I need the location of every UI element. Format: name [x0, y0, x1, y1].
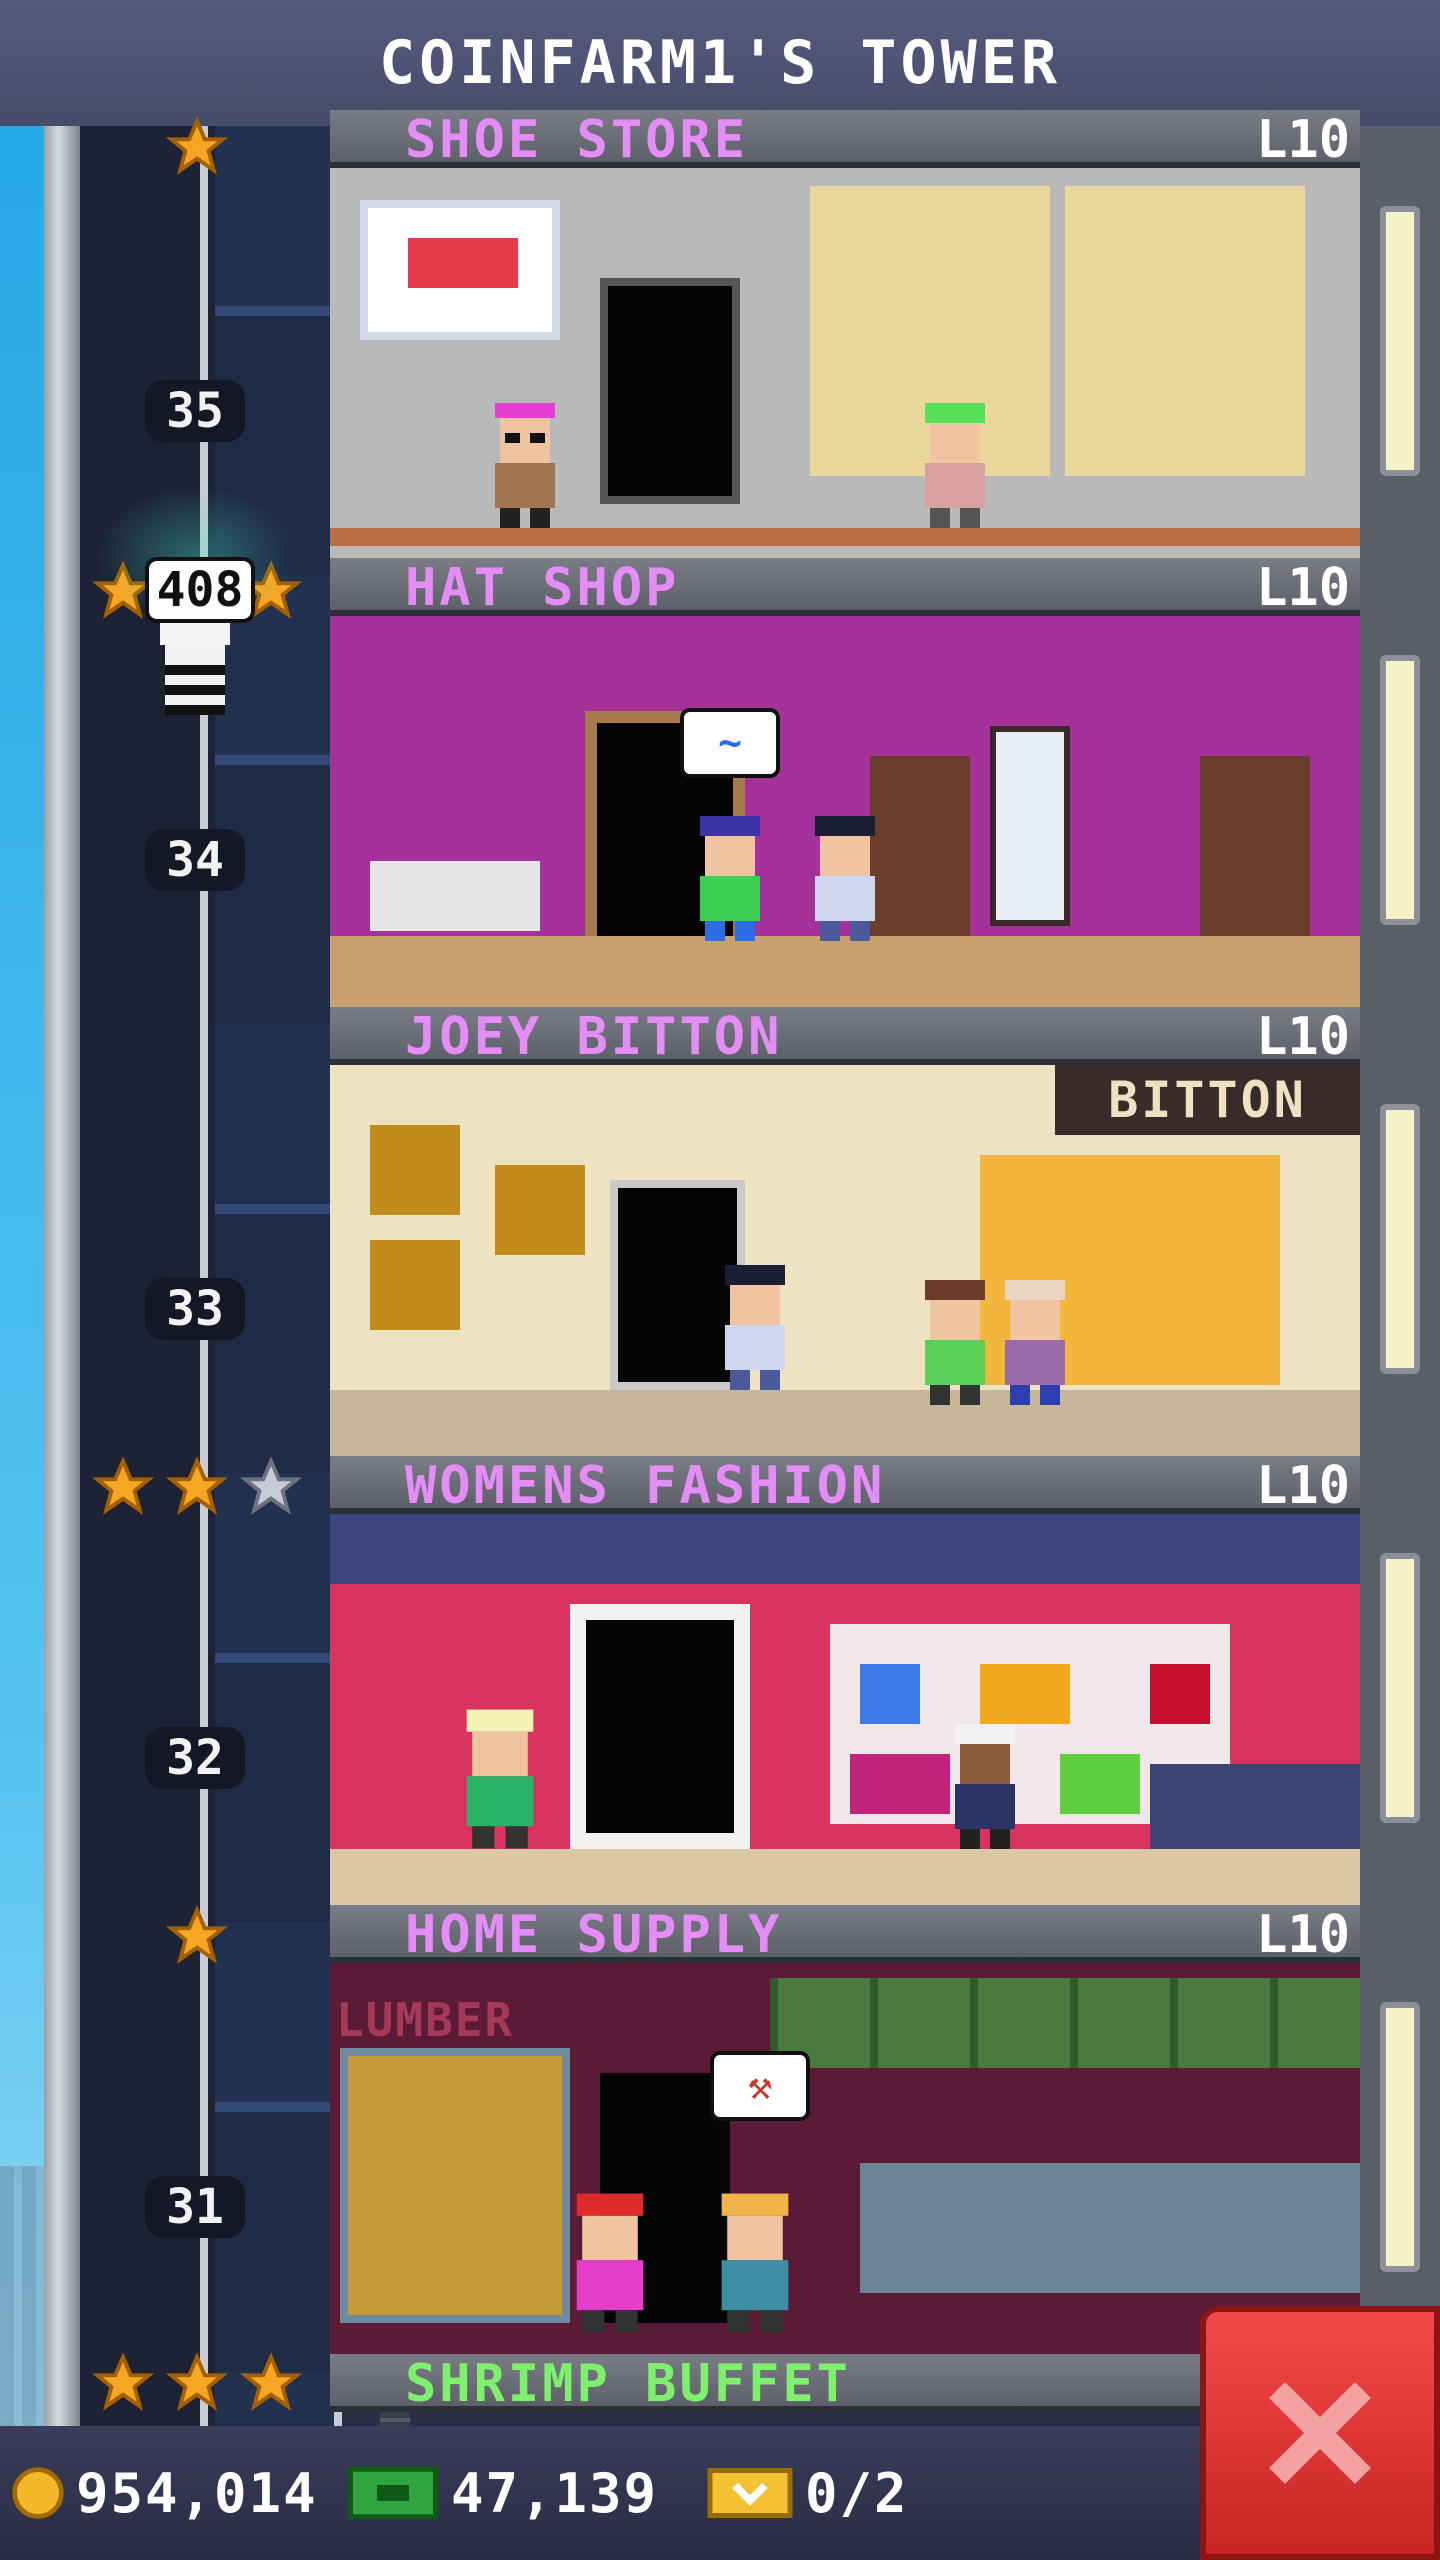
bux-stat: 47,139: [345, 2426, 658, 2560]
tool-counter: [860, 2163, 1360, 2293]
lumber-sign: LUMBER: [336, 1993, 515, 2047]
close-icon: [1269, 2382, 1371, 2484]
floor-hat-shop[interactable]: HAT SHOP L10 ~: [330, 558, 1360, 1007]
hat-cabinet: [1200, 756, 1310, 936]
display-table: [370, 861, 540, 931]
gold-star-icon: [166, 1456, 228, 1518]
shop-door: [570, 1604, 750, 1849]
floor-level: L10: [1256, 1456, 1350, 1516]
customer-person: [925, 1280, 985, 1405]
floor-number-31: 31: [145, 2176, 245, 2238]
womens-fashion-room: [330, 1514, 1360, 1905]
floor-level: L10: [1256, 558, 1350, 618]
elevator-car[interactable]: 408: [100, 555, 300, 625]
floor-joey-bitton[interactable]: JOEY BITTON L10 BITTON: [330, 1007, 1360, 1456]
checkout-counter: [1150, 1764, 1360, 1849]
security-guard: [725, 1265, 785, 1390]
floor-level: L10: [1256, 110, 1350, 170]
gold-star-icon: [166, 1905, 228, 1967]
customer-person: [700, 816, 760, 941]
drill-icon: ⚒: [747, 2063, 773, 2109]
shoe-shelf-right: [1065, 186, 1305, 476]
silver-star-icon: [240, 1456, 302, 1518]
elevator-passenger-count: 408: [144, 557, 256, 623]
joey-bitton-room: BITTON: [330, 1065, 1360, 1456]
elevator-rail-left: [200, 126, 208, 2426]
customer-person: [576, 2193, 644, 2333]
ticket-icon: [707, 2468, 793, 2518]
close-button[interactable]: [1200, 2306, 1440, 2560]
floor-name: WOMENS FASHION: [405, 1456, 886, 1516]
window: [1380, 655, 1420, 925]
wall-frame: [370, 1125, 460, 1215]
floor-name: HOME SUPPLY: [405, 1905, 783, 1965]
hat-shop-room: ~: [330, 616, 1360, 1007]
floor-header: WOMENS FASHION L10: [330, 1456, 1360, 1514]
customer-person: [721, 2193, 789, 2333]
bux-icon: [347, 2466, 439, 2520]
gold-star-icon: [166, 2352, 228, 2414]
tower-outer-wall: [44, 126, 80, 2426]
window: [1380, 1104, 1420, 1374]
bux-value: 47,139: [451, 2461, 659, 2525]
home-supply-room: LUMBER ⚒: [330, 1963, 1360, 2354]
security-guard: [815, 816, 875, 941]
customer-person: [495, 403, 555, 528]
floor-name: SHOE STORE: [405, 110, 749, 170]
floor-header: JOEY BITTON L10: [330, 1007, 1360, 1065]
tower-right-wall: [1360, 126, 1440, 2426]
floor-womens-fashion[interactable]: WOMENS FASHION L10: [330, 1456, 1360, 1905]
window: [1380, 2002, 1420, 2272]
shoe-poster: [360, 200, 560, 340]
customer-person: [955, 1724, 1015, 1849]
shaft-column: [215, 126, 335, 2426]
mirror: [990, 726, 1070, 926]
gold-star-icon: [92, 2352, 154, 2414]
coins-value: 954,014: [76, 2461, 318, 2525]
floor-header: SHOE STORE L10: [330, 110, 1360, 168]
gold-star-icon: [92, 1456, 154, 1518]
tool-rack: [770, 1978, 1360, 2068]
elevator-shaft[interactable]: [80, 126, 410, 2426]
customer-person: [925, 403, 985, 528]
floor-name: SHRIMP BUFFET: [405, 2354, 851, 2414]
floor-level: L10: [1256, 1905, 1350, 1965]
floor-level: L10: [1256, 1007, 1350, 1067]
wall-frame: [495, 1165, 585, 1255]
floor-name: HAT SHOP: [405, 558, 680, 618]
coin-icon: [12, 2467, 64, 2519]
thought-bubble: ⚒: [710, 2051, 810, 2121]
store-sign: BITTON: [1055, 1065, 1360, 1135]
wall-frame: [370, 1240, 460, 1330]
thought-bubble: ~: [680, 708, 780, 778]
floor-number-32: 32: [145, 1727, 245, 1789]
shop-door: [600, 278, 740, 504]
fish-icon: ~: [717, 720, 743, 766]
floor-number-33: 33: [145, 1278, 245, 1340]
customer-person: [1005, 1280, 1065, 1405]
customer-person: [466, 1709, 534, 1849]
sky-background: [0, 126, 44, 2426]
coins-stat: 954,014: [10, 2426, 318, 2560]
gold-star-icon: [166, 116, 228, 178]
floor-number-34: 34: [145, 829, 245, 891]
floor-home-supply[interactable]: HOME SUPPLY L10 LUMBER ⚒: [330, 1905, 1360, 2354]
tickets-stat: 0/2: [705, 2426, 909, 2560]
floor-number-35: 35: [145, 380, 245, 442]
shoe-store-room: [330, 168, 1360, 558]
window: [1380, 1553, 1420, 1823]
floor-header: HOME SUPPLY L10: [330, 1905, 1360, 1963]
floor-name: JOEY BITTON: [405, 1007, 783, 1067]
tickets-value: 0/2: [805, 2461, 909, 2525]
lumber-rack: [340, 2048, 570, 2323]
ceiling-trim: [330, 1514, 1360, 1584]
gold-star-icon: [240, 2352, 302, 2414]
floor-header: HAT SHOP L10: [330, 558, 1360, 616]
window: [1380, 206, 1420, 476]
floor-shoe-store[interactable]: SHOE STORE L10: [330, 58, 1360, 558]
